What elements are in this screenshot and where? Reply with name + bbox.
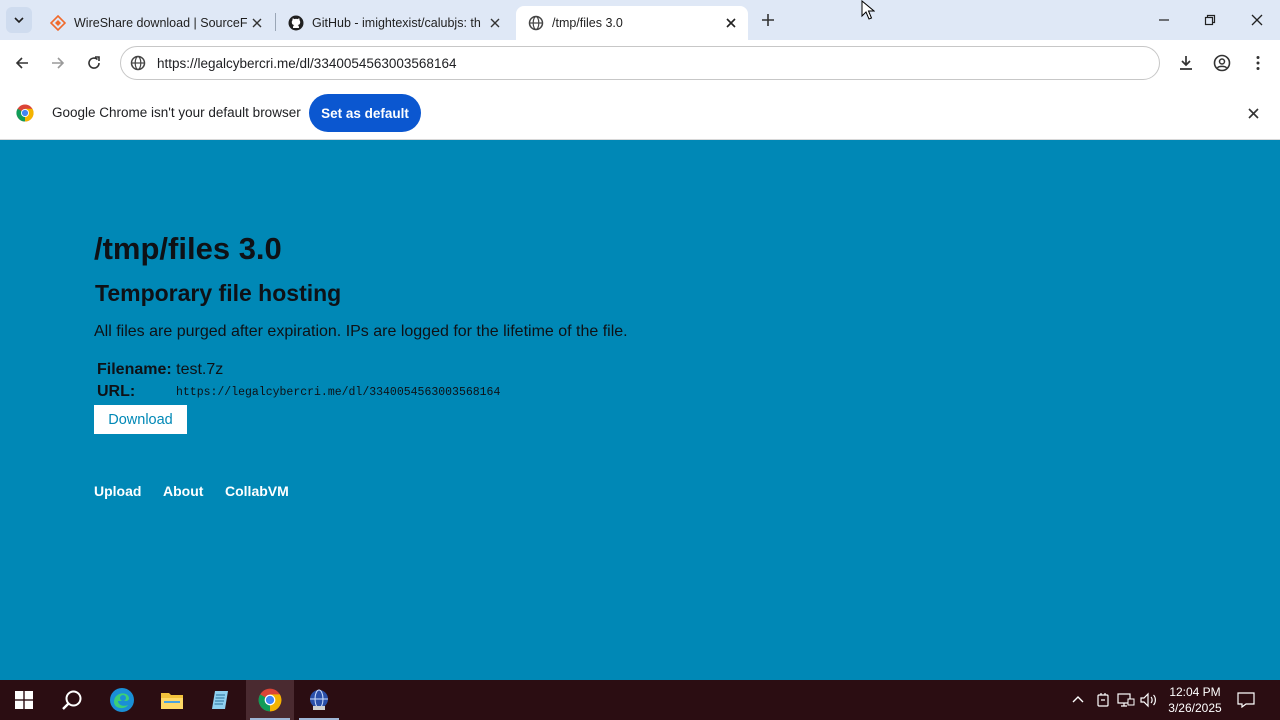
tab-github[interactable]: GitHub - imightexist/calubjs: th — [276, 6, 512, 40]
profile-button[interactable] — [1210, 51, 1234, 75]
chrome-logo-icon — [16, 104, 34, 122]
address-bar[interactable]: https://legalcybercri.me/dl/334005456300… — [120, 46, 1160, 80]
tab-strip: WireShare download | SourceFo GitHub - i… — [0, 0, 1280, 40]
reload-button[interactable] — [82, 51, 106, 75]
site-info-icon[interactable] — [129, 54, 147, 72]
show-hidden-icons[interactable] — [1068, 690, 1088, 710]
download-icon — [1180, 56, 1192, 70]
chrome-icon — [258, 688, 282, 712]
tray-volume[interactable] — [1139, 690, 1159, 710]
reload-icon — [88, 56, 100, 69]
taskbar-edge[interactable] — [98, 680, 146, 720]
search-button[interactable] — [48, 680, 96, 720]
close-icon — [1247, 107, 1259, 119]
plus-icon — [762, 14, 774, 26]
notepad-icon — [212, 691, 228, 709]
address-url[interactable]: https://legalcybercri.me/dl/334005456300… — [157, 56, 456, 71]
arrow-right-icon — [52, 57, 65, 69]
edge-icon — [110, 688, 134, 712]
collabvm-link[interactable]: CollabVM — [225, 483, 289, 499]
mouse-cursor-icon — [861, 0, 875, 20]
start-button[interactable] — [0, 680, 48, 720]
menu-button[interactable] — [1246, 51, 1270, 75]
filename-label: Filename: — [97, 361, 172, 378]
taskbar-notepad[interactable] — [196, 680, 244, 720]
restore-icon — [1204, 14, 1216, 26]
url-label: URL: — [97, 383, 136, 400]
more-vert-icon — [1256, 56, 1260, 70]
arrow-left-icon — [15, 57, 28, 69]
set-as-default-button[interactable]: Set as default — [309, 94, 421, 132]
taskbar-file-explorer[interactable] — [148, 680, 196, 720]
restore-button[interactable] — [1187, 0, 1233, 40]
tab-tmp-files[interactable]: /tmp/files 3.0 — [516, 6, 748, 40]
windows-logo-icon — [15, 691, 33, 709]
taskbar: 12:04 PM 3/26/2025 — [0, 680, 1280, 720]
close-icon — [1251, 14, 1263, 26]
window-close-button[interactable] — [1234, 0, 1280, 40]
system-clock[interactable]: 12:04 PM 3/26/2025 — [1160, 684, 1230, 716]
tab-search-button[interactable] — [6, 7, 32, 33]
chevron-down-icon — [14, 17, 24, 24]
network-globe-icon — [310, 689, 328, 710]
download-button[interactable]: Download — [94, 405, 187, 434]
minimize-button[interactable] — [1141, 0, 1187, 40]
page-content: /tmp/files 3.0 Temporary file hosting Al… — [0, 140, 1280, 680]
new-tab-button[interactable] — [757, 9, 779, 31]
tray-network[interactable] — [1116, 690, 1136, 710]
sourceforge-icon — [50, 15, 66, 31]
search-icon — [62, 690, 82, 710]
tab-wireshare[interactable]: WireShare download | SourceFo — [38, 6, 274, 40]
browser-toolbar: https://legalcybercri.me/dl/334005456300… — [0, 40, 1280, 86]
tab-title: /tmp/files 3.0 — [552, 16, 623, 30]
speaker-icon — [1140, 692, 1156, 708]
clock-date: 3/26/2025 — [1168, 701, 1222, 715]
filename-value: test.7z — [176, 361, 224, 378]
tab-title: GitHub - imightexist/calubjs: th — [312, 16, 481, 30]
tray-device[interactable] — [1093, 690, 1113, 710]
downloads-button[interactable] — [1174, 51, 1198, 75]
github-icon — [288, 15, 304, 31]
upload-link[interactable]: Upload — [94, 483, 141, 499]
page-subtitle: Temporary file hosting — [95, 280, 342, 306]
notification-icon — [1237, 692, 1255, 708]
infobar-message: Google Chrome isn't your default browser — [52, 105, 301, 120]
globe-icon — [528, 15, 544, 31]
chevron-up-icon — [1072, 696, 1084, 703]
tab-title: WireShare download | SourceFo — [74, 16, 248, 30]
close-icon[interactable] — [722, 14, 740, 32]
device-icon — [1097, 693, 1109, 707]
folder-icon — [161, 693, 183, 709]
page-title: /tmp/files 3.0 — [94, 231, 282, 266]
file-url-value: https://legalcybercri.me/dl/334005456300… — [176, 386, 501, 399]
infobar-close-button[interactable] — [1244, 104, 1262, 122]
about-link[interactable]: About — [163, 483, 203, 499]
action-center-button[interactable] — [1234, 690, 1258, 710]
network-icon — [1117, 693, 1135, 707]
taskbar-app-globe[interactable] — [295, 680, 343, 720]
close-icon[interactable] — [248, 14, 266, 32]
clock-time: 12:04 PM — [1169, 685, 1221, 699]
taskbar-chrome[interactable] — [246, 680, 294, 720]
url-row: URL: — [97, 383, 135, 401]
minimize-icon — [1159, 19, 1169, 21]
back-button[interactable] — [10, 51, 34, 75]
filename-row: Filename: test.7z — [97, 361, 223, 379]
close-icon[interactable] — [486, 14, 504, 32]
default-browser-infobar: Google Chrome isn't your default browser… — [0, 86, 1280, 140]
page-description: All files are purged after expiration. I… — [94, 323, 628, 340]
forward-button[interactable] — [46, 51, 70, 75]
profile-icon — [1213, 54, 1231, 72]
